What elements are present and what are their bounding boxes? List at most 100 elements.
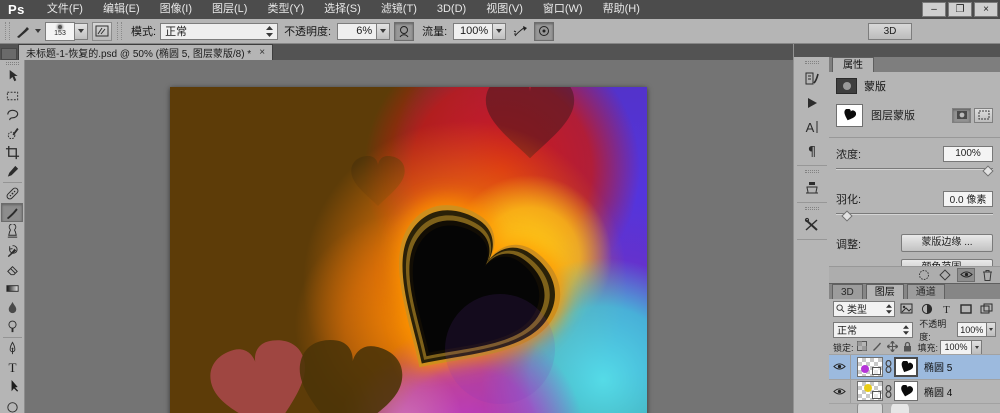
tool-dodge[interactable] — [1, 317, 23, 336]
tab-layers[interactable]: 图层 — [866, 284, 904, 299]
filter-shape-layers-icon[interactable] — [958, 301, 974, 317]
tab-channels[interactable]: 通道 — [907, 284, 945, 299]
layer-visibility-eye-icon[interactable] — [829, 355, 851, 379]
flow-dropdown[interactable] — [493, 23, 506, 40]
tool-rectangular-marquee[interactable] — [1, 86, 23, 105]
menu-item-layer[interactable]: 图层(L) — [202, 0, 257, 19]
tool-eraser[interactable] — [1, 260, 23, 279]
filter-pixel-layers-icon[interactable] — [899, 301, 915, 317]
layer-thumbnail[interactable] — [857, 381, 883, 401]
tool-quick-selection[interactable] — [1, 124, 23, 143]
brush-size-dropdown[interactable] — [75, 23, 88, 40]
brush-tool-preset[interactable] — [15, 24, 41, 39]
layer-opacity-dropdown[interactable] — [987, 322, 996, 337]
layer-thumbnail[interactable] — [857, 357, 883, 377]
tool-brush[interactable] — [1, 203, 23, 222]
strip-grip[interactable] — [805, 207, 819, 210]
tab-close-icon[interactable]: × — [259, 47, 265, 58]
lock-transparency-icon[interactable] — [857, 341, 867, 353]
tool-gradient[interactable] — [1, 279, 23, 298]
tool-ellipse[interactable] — [1, 396, 23, 413]
tool-path-selection[interactable] — [1, 377, 23, 396]
filter-smart-objects-icon[interactable] — [978, 301, 994, 317]
mask-edge-button[interactable]: 蒙版边缘 ... — [901, 234, 993, 252]
menu-item-window[interactable]: 窗口(W) — [533, 0, 593, 19]
fill-value[interactable]: 100% — [940, 340, 972, 355]
enable-mask-eye-icon[interactable] — [957, 268, 975, 282]
pressure-opacity-button[interactable] — [394, 22, 414, 41]
lock-all-icon[interactable] — [903, 341, 912, 354]
paragraph-panel-icon[interactable]: ¶ — [799, 139, 825, 163]
mask-link-icon[interactable] — [885, 385, 892, 398]
menu-item-select[interactable]: 选择(S) — [314, 0, 371, 19]
flow-field[interactable]: 100% — [453, 23, 493, 40]
layer-opacity-value[interactable]: 100% — [957, 322, 987, 337]
tool-lasso[interactable] — [1, 105, 23, 124]
vector-mask-button[interactable] — [974, 108, 993, 123]
menu-item-edit[interactable]: 编辑(E) — [93, 0, 150, 19]
blend-mode-select[interactable]: 正常 — [160, 23, 278, 40]
filter-adjustment-layers-icon[interactable] — [919, 301, 935, 317]
layer-name[interactable]: 椭圆 4 — [924, 384, 952, 399]
pixel-mask-button[interactable] — [952, 108, 971, 123]
tool-spot-healing-brush[interactable] — [1, 184, 23, 203]
document-tab[interactable]: 未标题-1-恢复的.psd @ 50% (椭圆 5, 图层蒙版/8) * × — [18, 44, 273, 60]
layer-mask-thumbnail[interactable] — [894, 381, 918, 401]
tab-properties[interactable]: 属性 — [832, 57, 874, 72]
restore-button[interactable]: ❐ — [948, 2, 972, 17]
strip-grip[interactable] — [805, 170, 819, 173]
tool-eyedropper[interactable] — [1, 162, 23, 181]
menu-item-file[interactable]: 文件(F) — [37, 0, 93, 19]
feather-value[interactable]: 0.0 像素 — [943, 191, 993, 207]
layer-row-ellipse-4[interactable]: 椭圆 4 — [829, 379, 1000, 404]
lock-pixels-icon[interactable] — [872, 341, 882, 353]
tool-presets-panel-icon[interactable] — [799, 213, 825, 237]
feather-slider[interactable] — [836, 210, 993, 222]
tab-3d[interactable]: 3D — [832, 284, 863, 299]
opacity-control[interactable]: 6% — [337, 23, 390, 40]
layer-mask-thumbnail[interactable] — [894, 357, 918, 377]
strip-grip[interactable] — [805, 61, 819, 64]
actions-panel-icon[interactable] — [799, 91, 825, 115]
flow-control[interactable]: 100% — [453, 23, 506, 40]
load-selection-icon[interactable] — [915, 268, 933, 282]
fill-dropdown[interactable] — [972, 340, 982, 355]
filter-type-layers-icon[interactable]: T — [938, 301, 954, 317]
menu-item-help[interactable]: 帮助(H) — [593, 0, 650, 19]
pressure-size-button[interactable] — [534, 22, 554, 41]
opacity-field[interactable]: 6% — [337, 23, 377, 40]
tool-crop[interactable] — [1, 143, 23, 162]
opacity-dropdown[interactable] — [377, 23, 390, 40]
layer-visibility-eye-icon[interactable] — [829, 380, 851, 404]
close-button[interactable]: × — [974, 2, 998, 17]
tool-pen[interactable] — [1, 339, 23, 358]
layer-name[interactable]: 椭圆 5 — [924, 359, 952, 374]
layer-mask-thumbnail[interactable] — [836, 104, 863, 127]
layer-comps-panel-icon[interactable] — [799, 176, 825, 200]
layer-row-partial[interactable] — [829, 403, 1000, 413]
options-bar-grip[interactable] — [5, 22, 10, 40]
menu-item-filter[interactable]: 滤镜(T) — [371, 0, 427, 19]
tool-type[interactable]: T — [1, 358, 23, 377]
toolbar-grip[interactable] — [6, 62, 19, 65]
lock-position-icon[interactable] — [887, 341, 898, 354]
airbrush-button[interactable] — [510, 22, 530, 41]
canvas-document[interactable] — [170, 87, 647, 413]
tool-move[interactable] — [1, 67, 23, 86]
minimize-button[interactable]: – — [922, 2, 946, 17]
filter-type-select[interactable]: 类型 — [833, 301, 895, 317]
canvas-workspace[interactable] — [25, 60, 793, 413]
mask-link-icon[interactable] — [885, 360, 892, 373]
canvas-artwork[interactable] — [170, 87, 647, 413]
tool-history-brush[interactable] — [1, 241, 23, 260]
workspace-switcher[interactable]: 3D — [868, 23, 912, 40]
toggle-brush-panel-button[interactable] — [92, 22, 112, 41]
brush-presets-panel-icon[interactable] — [799, 67, 825, 91]
character-panel-icon[interactable]: A — [799, 115, 825, 139]
layer-row-ellipse-5[interactable]: 椭圆 5 — [829, 354, 1000, 379]
tool-blur[interactable] — [1, 298, 23, 317]
brush-size-picker[interactable]: 153 — [45, 22, 88, 41]
density-value[interactable]: 100% — [943, 146, 993, 162]
apply-mask-icon[interactable] — [936, 268, 954, 282]
delete-mask-trash-icon[interactable] — [978, 268, 996, 282]
